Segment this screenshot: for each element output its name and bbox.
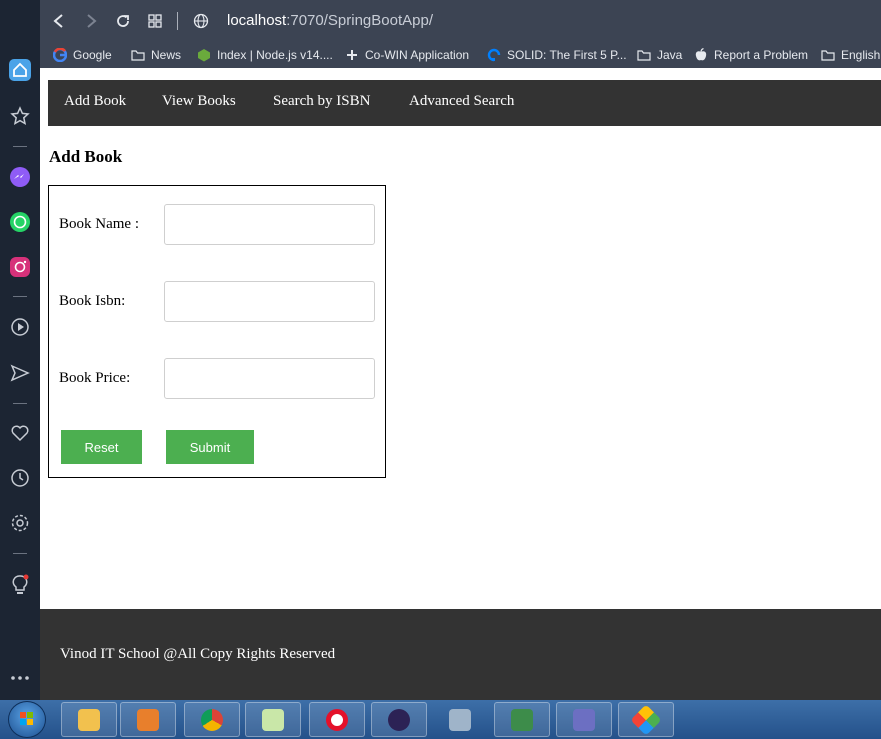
- book-name-label: Book Name :: [59, 216, 139, 232]
- folder-icon: [637, 48, 651, 62]
- book-name-input[interactable]: [164, 204, 375, 245]
- apple-icon: [694, 48, 708, 62]
- app-navbar: Add Book View Books Search by ISBN Advan…: [48, 80, 881, 126]
- system-monitor-icon[interactable]: [494, 702, 550, 737]
- send-icon[interactable]: [8, 361, 32, 385]
- nav-advanced-search[interactable]: Advanced Search: [409, 93, 514, 110]
- reload-icon[interactable]: [112, 10, 134, 32]
- heart-icon[interactable]: [8, 421, 32, 445]
- player-icon[interactable]: [8, 315, 32, 339]
- bookmark-label: English: [841, 48, 881, 62]
- lightbulb-icon[interactable]: [8, 573, 32, 597]
- page-content: Add Book View Books Search by ISBN Advan…: [40, 68, 881, 700]
- file-explorer-icon[interactable]: [61, 702, 117, 737]
- forward-icon[interactable]: [80, 10, 102, 32]
- bookmark-label: Index | Node.js v14....: [217, 48, 333, 62]
- book-isbn-label: Book Isbn:: [59, 293, 126, 309]
- windows-taskbar: [0, 700, 881, 739]
- notepad-plus-icon[interactable]: [245, 702, 301, 737]
- url-path: :7070/SpringBootApp/: [286, 12, 433, 29]
- book-price-label: Book Price:: [59, 370, 131, 386]
- start-button[interactable]: [8, 701, 46, 738]
- settings-icon[interactable]: [8, 511, 32, 535]
- page-footer: Vinod IT School @All Copy Rights Reserve…: [40, 609, 881, 700]
- footer-copyright: Vinod IT School @All Copy Rights Reserve…: [60, 646, 336, 662]
- bookmark-label: Java: [657, 48, 683, 62]
- bookmark-report-problem[interactable]: Report a Problem: [694, 46, 808, 64]
- media-player-icon[interactable]: [120, 702, 176, 737]
- page-title: Add Book: [49, 147, 123, 166]
- reset-button[interactable]: Reset: [61, 430, 142, 464]
- sidebar-separator: [13, 296, 27, 297]
- nav-search-by-isbn[interactable]: Search by ISBN: [273, 93, 371, 110]
- bookmark-label: News: [151, 48, 182, 62]
- tool-icon[interactable]: [432, 702, 488, 737]
- nav-add-book[interactable]: Add Book: [64, 93, 126, 110]
- more-icon[interactable]: [8, 666, 32, 690]
- home-icon[interactable]: [8, 58, 32, 82]
- submit-button[interactable]: Submit: [166, 430, 254, 464]
- bookmark-label: Report a Problem: [714, 48, 809, 62]
- instagram-icon[interactable]: [8, 255, 32, 279]
- nav-view-books[interactable]: View Books: [162, 93, 236, 110]
- bookmark-java[interactable]: Java: [637, 46, 682, 64]
- back-icon[interactable]: [48, 10, 70, 32]
- google-icon: [53, 48, 67, 62]
- bookmark-cowin[interactable]: Co-WIN Application: [345, 46, 469, 64]
- bookmark-english[interactable]: English: [821, 46, 880, 64]
- book-price-input[interactable]: [164, 358, 375, 399]
- address-bar[interactable]: localhost:7070/SpringBootApp/: [227, 12, 433, 29]
- bookmarks-bar: Google News Index | Node.js v14.... Co-W…: [40, 42, 881, 68]
- browser-sidebar: [0, 0, 40, 700]
- history-icon[interactable]: [8, 466, 32, 490]
- whatsapp-icon[interactable]: [8, 210, 32, 234]
- app-diamond-icon[interactable]: [618, 702, 674, 737]
- nodejs-icon: [197, 48, 211, 62]
- tabs-grid-icon[interactable]: [144, 10, 166, 32]
- folder-icon: [131, 48, 145, 62]
- folder-icon: [821, 48, 835, 62]
- opera-icon[interactable]: [309, 702, 365, 737]
- browser-toolbar: localhost:7070/SpringBootApp/: [40, 0, 881, 42]
- sidebar-separator: [13, 553, 27, 554]
- sidebar-separator: [13, 403, 27, 404]
- bookmark-news[interactable]: News: [131, 46, 181, 64]
- toolbar-divider: [177, 12, 178, 30]
- bookmark-label: Co-WIN Application: [365, 48, 470, 62]
- book-isbn-input[interactable]: [164, 281, 375, 322]
- digitalocean-icon: [487, 48, 501, 62]
- add-book-form: Book Name : Book Isbn: Book Price: Reset…: [48, 185, 386, 478]
- bookmark-label: Google: [73, 48, 112, 62]
- bookmark-label: SOLID: The First 5 P...: [507, 48, 627, 62]
- debugger-icon[interactable]: [556, 702, 612, 737]
- bookmark-solid[interactable]: SOLID: The First 5 P...: [487, 46, 627, 64]
- url-host: localhost: [227, 12, 287, 29]
- messenger-icon[interactable]: [8, 165, 32, 189]
- eclipse-icon[interactable]: [371, 702, 427, 737]
- bookmark-google[interactable]: Google: [53, 46, 112, 64]
- star-icon[interactable]: [8, 104, 32, 128]
- chrome-icon[interactable]: [184, 702, 240, 737]
- globe-icon[interactable]: [190, 10, 212, 32]
- sidebar-separator: [13, 146, 27, 147]
- cowin-icon: [345, 48, 359, 62]
- bookmark-nodejs[interactable]: Index | Node.js v14....: [197, 46, 333, 64]
